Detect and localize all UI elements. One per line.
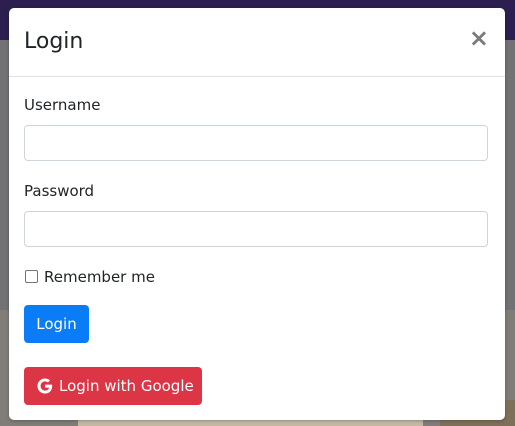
login-button-label: Login bbox=[36, 315, 77, 333]
close-icon[interactable]: × bbox=[469, 26, 489, 50]
username-label: Username bbox=[24, 96, 101, 114]
google-button-label: Login with Google bbox=[59, 377, 194, 395]
remember-me-label[interactable]: Remember me bbox=[44, 268, 155, 286]
password-input[interactable] bbox=[24, 211, 488, 247]
login-button[interactable]: Login bbox=[24, 305, 89, 343]
login-with-google-button[interactable]: Login with Google bbox=[24, 367, 202, 405]
password-label: Password bbox=[24, 182, 95, 200]
remember-me-checkbox[interactable] bbox=[25, 270, 38, 283]
google-icon bbox=[36, 377, 54, 395]
username-input[interactable] bbox=[24, 125, 488, 161]
modal-header: Login × bbox=[9, 8, 505, 77]
login-modal: Login × Username Password Remember me Lo… bbox=[9, 8, 505, 420]
modal-title: Login bbox=[24, 29, 84, 54]
